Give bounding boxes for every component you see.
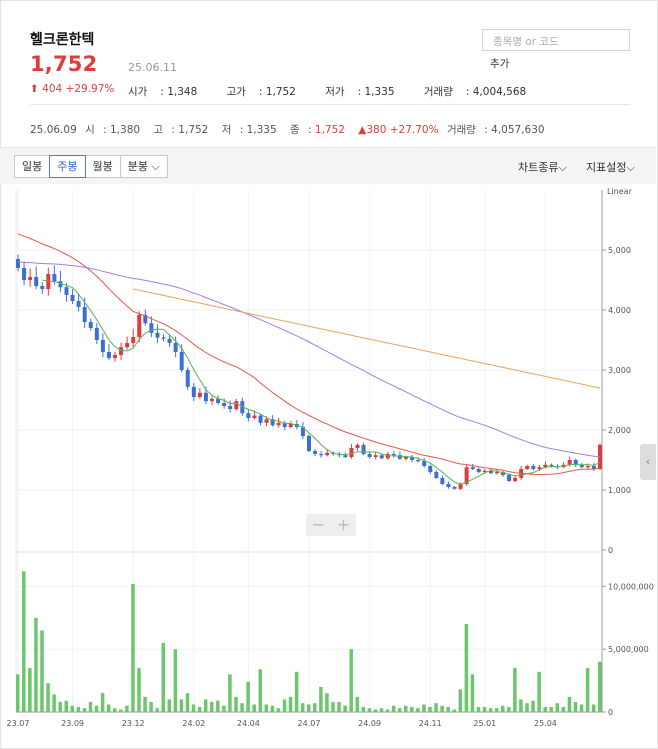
stock-widget [0,0,658,749]
price-change: ⬆ 404 +29.97% [30,83,114,95]
volume-value: 4,004,568 [472,86,527,98]
prev-high-label: 고 [153,124,164,136]
tab-weekly[interactable]: 주봉 [49,155,86,178]
tab-minute-label: 분봉 [127,160,148,173]
prev-high: 1,752 [178,124,209,136]
change-value: 404 +29.97% [42,83,115,95]
today-stats: 시가: 1,348 고가: 1,752 저가: 1,335 거래량: 4,004… [128,86,527,98]
up-arrow-icon: ⬆ [30,83,39,95]
chart-type-menu[interactable]: 차트종류⌵ [518,159,567,175]
indicator-label: 지표설정 [586,161,627,174]
chart-type-label: 차트종류 [518,161,559,174]
open-label: 시가 [128,86,148,98]
current-price: 1,752 [30,52,98,76]
volume-label: 거래량 [423,86,453,98]
divider [30,104,630,105]
prev-low-label: 저 [221,124,232,136]
chevron-down-icon: ⌵ [558,161,567,174]
prev-date: 25.06.09 [30,124,77,136]
low-label: 저가 [325,86,345,98]
prev-close: 1,752 [314,124,345,136]
quote-date: 25.06.11 [128,61,177,74]
zoom-out-button[interactable]: − [306,514,331,536]
tab-minute[interactable]: 분봉 ⌵ [119,155,168,178]
zoom-in-button[interactable]: + [331,514,356,536]
stock-name: 헬크론한텍 [30,32,95,48]
prev-open: 1,380 [110,124,141,136]
indicator-menu[interactable]: 지표설정⌵ [586,159,635,175]
low-value: 1,335 [364,86,395,98]
chevron-left-icon: ‹ [645,455,651,468]
prev-volume-label: 거래량 [446,124,476,136]
chevron-down-icon: ⌵ [626,161,635,174]
tab-monthly[interactable]: 월봉 [84,155,121,178]
tab-daily[interactable]: 일봉 [14,155,51,178]
high-value: 1,752 [265,86,296,98]
period-tabs: 일봉 주봉 월봉 분봉 ⌵ [14,155,168,178]
prev-open-label: 시 [85,124,95,136]
stock-search-input[interactable]: 종목명 or 코드 [482,29,630,51]
add-button[interactable]: 추가 [490,56,509,71]
open-value: 1,348 [167,86,198,98]
prev-change: ▲380 +27.70% [358,124,439,136]
chart-toolbar: 일봉 주봉 월봉 분봉 ⌵ 차트종류⌵ 지표설정⌵ [0,147,656,184]
side-panel-toggle[interactable]: ‹ [640,444,656,480]
chevron-down-icon: ⌵ [148,160,160,173]
prev-volume: 4,057,630 [491,124,545,136]
zoom-control: − + [306,514,356,536]
previous-day-summary: 25.06.09 시 : 1,380 고 : 1,752 저 : 1,335 종… [30,124,545,136]
high-label: 고가 [226,86,246,98]
prev-low: 1,335 [246,124,277,136]
prev-close-label: 종 [290,124,300,136]
